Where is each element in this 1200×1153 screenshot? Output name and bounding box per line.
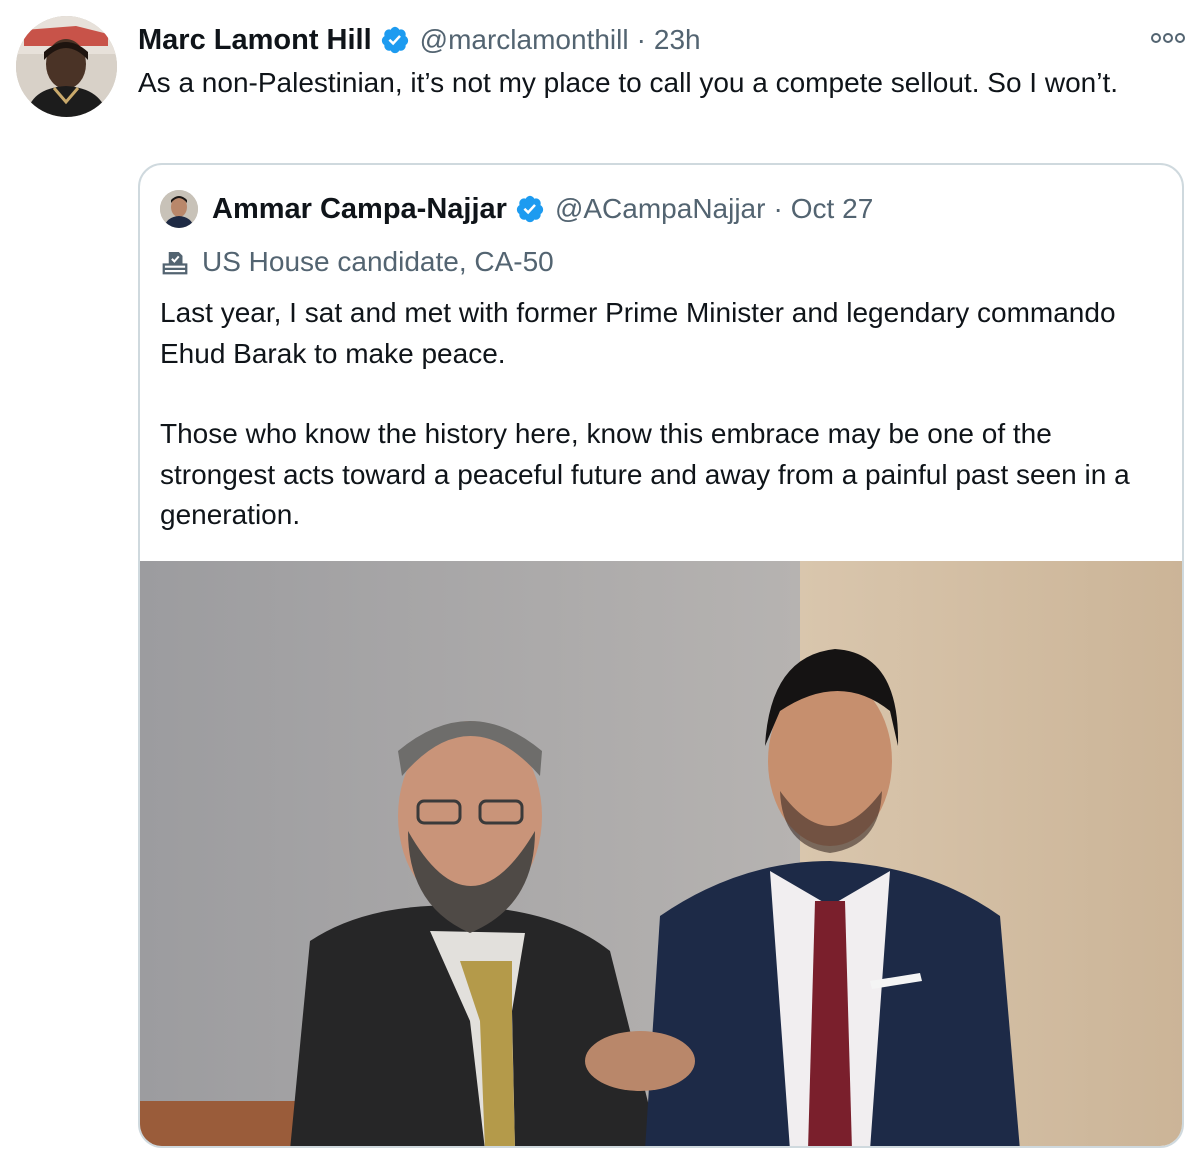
separator-dot: ·: [636, 24, 646, 55]
tweet-timestamp[interactable]: 23h: [654, 24, 701, 56]
photo-image: [140, 561, 1182, 1146]
quoted-tweet-timestamp[interactable]: Oct 27: [791, 193, 873, 225]
quoted-tweet-text: Last year, I sat and met with former Pri…: [160, 293, 1160, 536]
candidate-label: US House candidate, CA-50: [160, 241, 554, 283]
quoted-verified-icon: [515, 194, 545, 224]
author-avatar[interactable]: [16, 16, 117, 117]
quoted-tweet-header: Ammar Campa-Najjar @ACampaNajjar · Oct 2…: [160, 187, 873, 231]
tweet: Marc Lamont Hill @marclamonthill · 23h A…: [0, 0, 1200, 1153]
quoted-tweet[interactable]: Ammar Campa-Najjar @ACampaNajjar · Oct 2…: [138, 163, 1184, 1148]
quoted-author-handle[interactable]: @ACampaNajjar: [555, 193, 766, 225]
quoted-tweet-photo[interactable]: [140, 561, 1182, 1146]
quoted-author-name[interactable]: Ammar Campa-Najjar: [212, 193, 507, 226]
author-handle[interactable]: @marclamonthill: [420, 24, 629, 56]
quoted-separator-dot: ·: [773, 193, 783, 224]
tweet-text: As a non-Palestinian, it’s not my place …: [138, 67, 1118, 98]
author-name[interactable]: Marc Lamont Hill: [138, 24, 372, 57]
avatar-image: [16, 16, 117, 117]
more-options-icon[interactable]: [1148, 28, 1188, 48]
quoted-paragraph: Last year, I sat and met with former Pri…: [160, 297, 1116, 369]
quoted-paragraph: Those who know the history here, know th…: [160, 418, 1130, 530]
ballot-box-icon: [160, 247, 190, 277]
quoted-avatar-image: [160, 190, 198, 228]
candidate-label-text: US House candidate, CA-50: [202, 246, 554, 277]
quoted-author-avatar[interactable]: [160, 190, 198, 228]
tweet-header: Marc Lamont Hill @marclamonthill · 23h: [138, 18, 701, 62]
verified-icon: [380, 25, 410, 55]
